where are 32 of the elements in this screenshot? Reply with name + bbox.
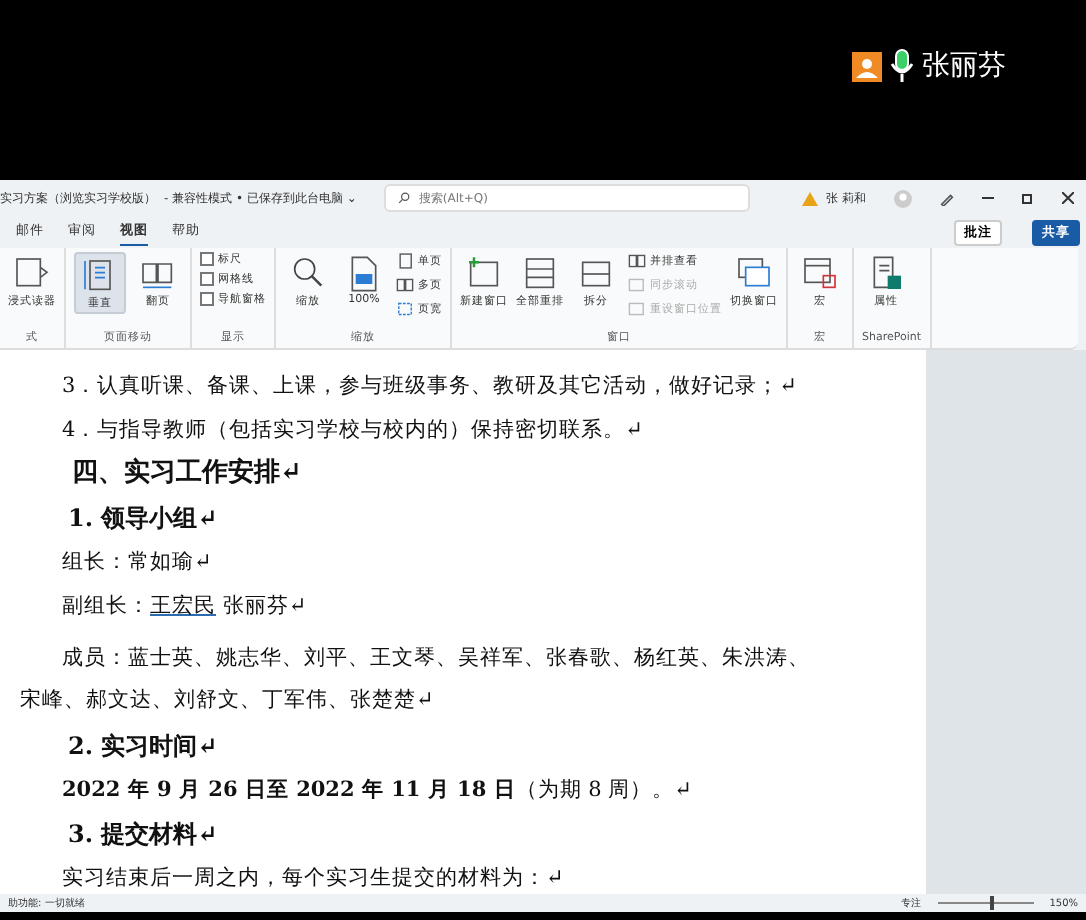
search-icon	[398, 192, 411, 204]
page-width-icon	[396, 300, 414, 318]
pen-icon[interactable]	[940, 191, 954, 205]
paragraph: 3．认真听课、备课、上课，参与班级事务、教研及其它活动，做好记录；↵	[62, 374, 799, 398]
speaker-name: 张丽芬	[922, 48, 1006, 84]
multi-page-icon	[396, 276, 414, 294]
field-label: 副组长：	[62, 594, 150, 618]
checkbox[interactable]	[200, 292, 214, 306]
paragraph: 实习结束后一周之内，每个实习生提交的材料为：↵	[62, 866, 566, 890]
subsection-heading: 3. 提交材料↵	[68, 822, 220, 846]
section-heading: 四、实习工作安排↵	[72, 462, 304, 486]
paragraph: 组长：常如瑜↵	[62, 550, 214, 574]
sync-scroll-icon	[628, 276, 646, 294]
subsection-heading: 1. 领导小组↵	[68, 506, 220, 530]
reset-window-icon	[628, 300, 646, 318]
checkbox[interactable]	[200, 252, 214, 266]
macro-icon	[800, 254, 840, 294]
checkbox[interactable]	[200, 272, 214, 286]
arrange-windows-icon	[520, 254, 560, 294]
slider-thumb[interactable]	[990, 896, 995, 910]
paragraph: 2022 年 9 月 26 日至 2022 年 11 月 18 日（为期 8 周）。↵	[62, 778, 694, 802]
subsection-heading: 2. 实习时间↵	[68, 734, 220, 758]
minimize-icon[interactable]	[982, 192, 994, 204]
close-icon[interactable]	[1062, 192, 1074, 204]
paragraph: 成员：蓝士英、姚志华、刘平、王文琴、吴祥军、张春歌、杨红英、朱洪涛、宋峰、郝文达、刘舒文、丁军伟、张楚楚↵	[20, 644, 810, 716]
restore-icon[interactable]	[1022, 192, 1034, 204]
paragraph: 4．与指导教师（包括实习学校与校内的）保持密切联系。↵	[62, 418, 645, 442]
single-page-icon	[396, 252, 414, 270]
person-name: 张丽芬↵	[222, 594, 307, 618]
side-by-side-icon	[628, 252, 646, 270]
person-name: 王宏民	[150, 594, 216, 618]
microphone-icon	[890, 48, 914, 84]
